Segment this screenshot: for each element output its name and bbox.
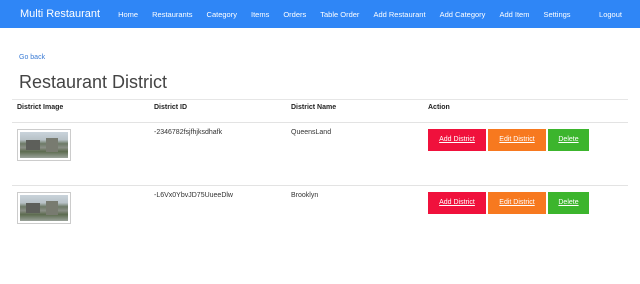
district-photo: [20, 195, 68, 221]
header-action: Action: [423, 100, 628, 123]
delete-button[interactable]: Delete: [548, 129, 589, 151]
district-photo: [20, 132, 68, 158]
district-thumbnail: [17, 129, 71, 161]
nav-menu: Home Restaurants Category Items Orders T…: [118, 10, 584, 19]
district-name-cell: Brooklyn: [291, 192, 319, 199]
nav-item-items[interactable]: Items: [251, 10, 269, 19]
add-district-button[interactable]: Add District: [428, 192, 486, 214]
header-district-id: District ID: [149, 100, 286, 123]
action-cell: Add District Edit District Delete: [423, 186, 628, 249]
header-district-name: District Name: [286, 100, 423, 123]
district-id-cell: -2346782fsjfhjksdhafk: [149, 122, 286, 186]
nav-item-home[interactable]: Home: [118, 10, 138, 19]
district-thumbnail: [17, 192, 71, 224]
nav-item-settings[interactable]: Settings: [543, 10, 570, 19]
nav-item-add-item[interactable]: Add Item: [499, 10, 529, 19]
district-image-cell: [12, 122, 149, 186]
nav-item-restaurants[interactable]: Restaurants: [152, 10, 192, 19]
top-navbar: Multi Restaurant Home Restaurants Catego…: [0, 0, 640, 28]
table-header-row: District Image District ID District Name…: [12, 100, 628, 123]
nav-item-table-order[interactable]: Table Order: [320, 10, 359, 19]
table-row: -2346782fsjfhjksdhafk QueensLand Add Dis…: [12, 122, 628, 186]
add-district-button[interactable]: Add District: [428, 129, 486, 151]
table-row: -L6Vx0YbvJD75UueeDlw Brooklyn Add Distri…: [12, 186, 628, 249]
go-back-link[interactable]: Go back: [19, 54, 45, 61]
brand-link[interactable]: Multi Restaurant: [20, 8, 100, 20]
district-id-cell: -L6Vx0YbvJD75UueeDlw: [154, 192, 233, 199]
edit-district-button[interactable]: Edit District: [488, 192, 546, 214]
action-cell: Add District Edit District Delete: [423, 122, 628, 186]
edit-district-button[interactable]: Edit District: [488, 129, 546, 151]
nav-item-add-category[interactable]: Add Category: [440, 10, 486, 19]
header-district-image: District Image: [12, 100, 149, 123]
district-name-cell: QueensLand: [286, 122, 423, 186]
district-table: District Image District ID District Name…: [12, 100, 628, 248]
page-title: Restaurant District: [19, 72, 168, 92]
logout-link[interactable]: Logout: [599, 10, 622, 19]
nav-item-add-restaurant[interactable]: Add Restaurant: [373, 10, 425, 19]
nav-item-category[interactable]: Category: [207, 10, 237, 19]
nav-item-orders[interactable]: Orders: [283, 10, 306, 19]
district-image-cell: [12, 186, 149, 249]
delete-button[interactable]: Delete: [548, 192, 589, 214]
